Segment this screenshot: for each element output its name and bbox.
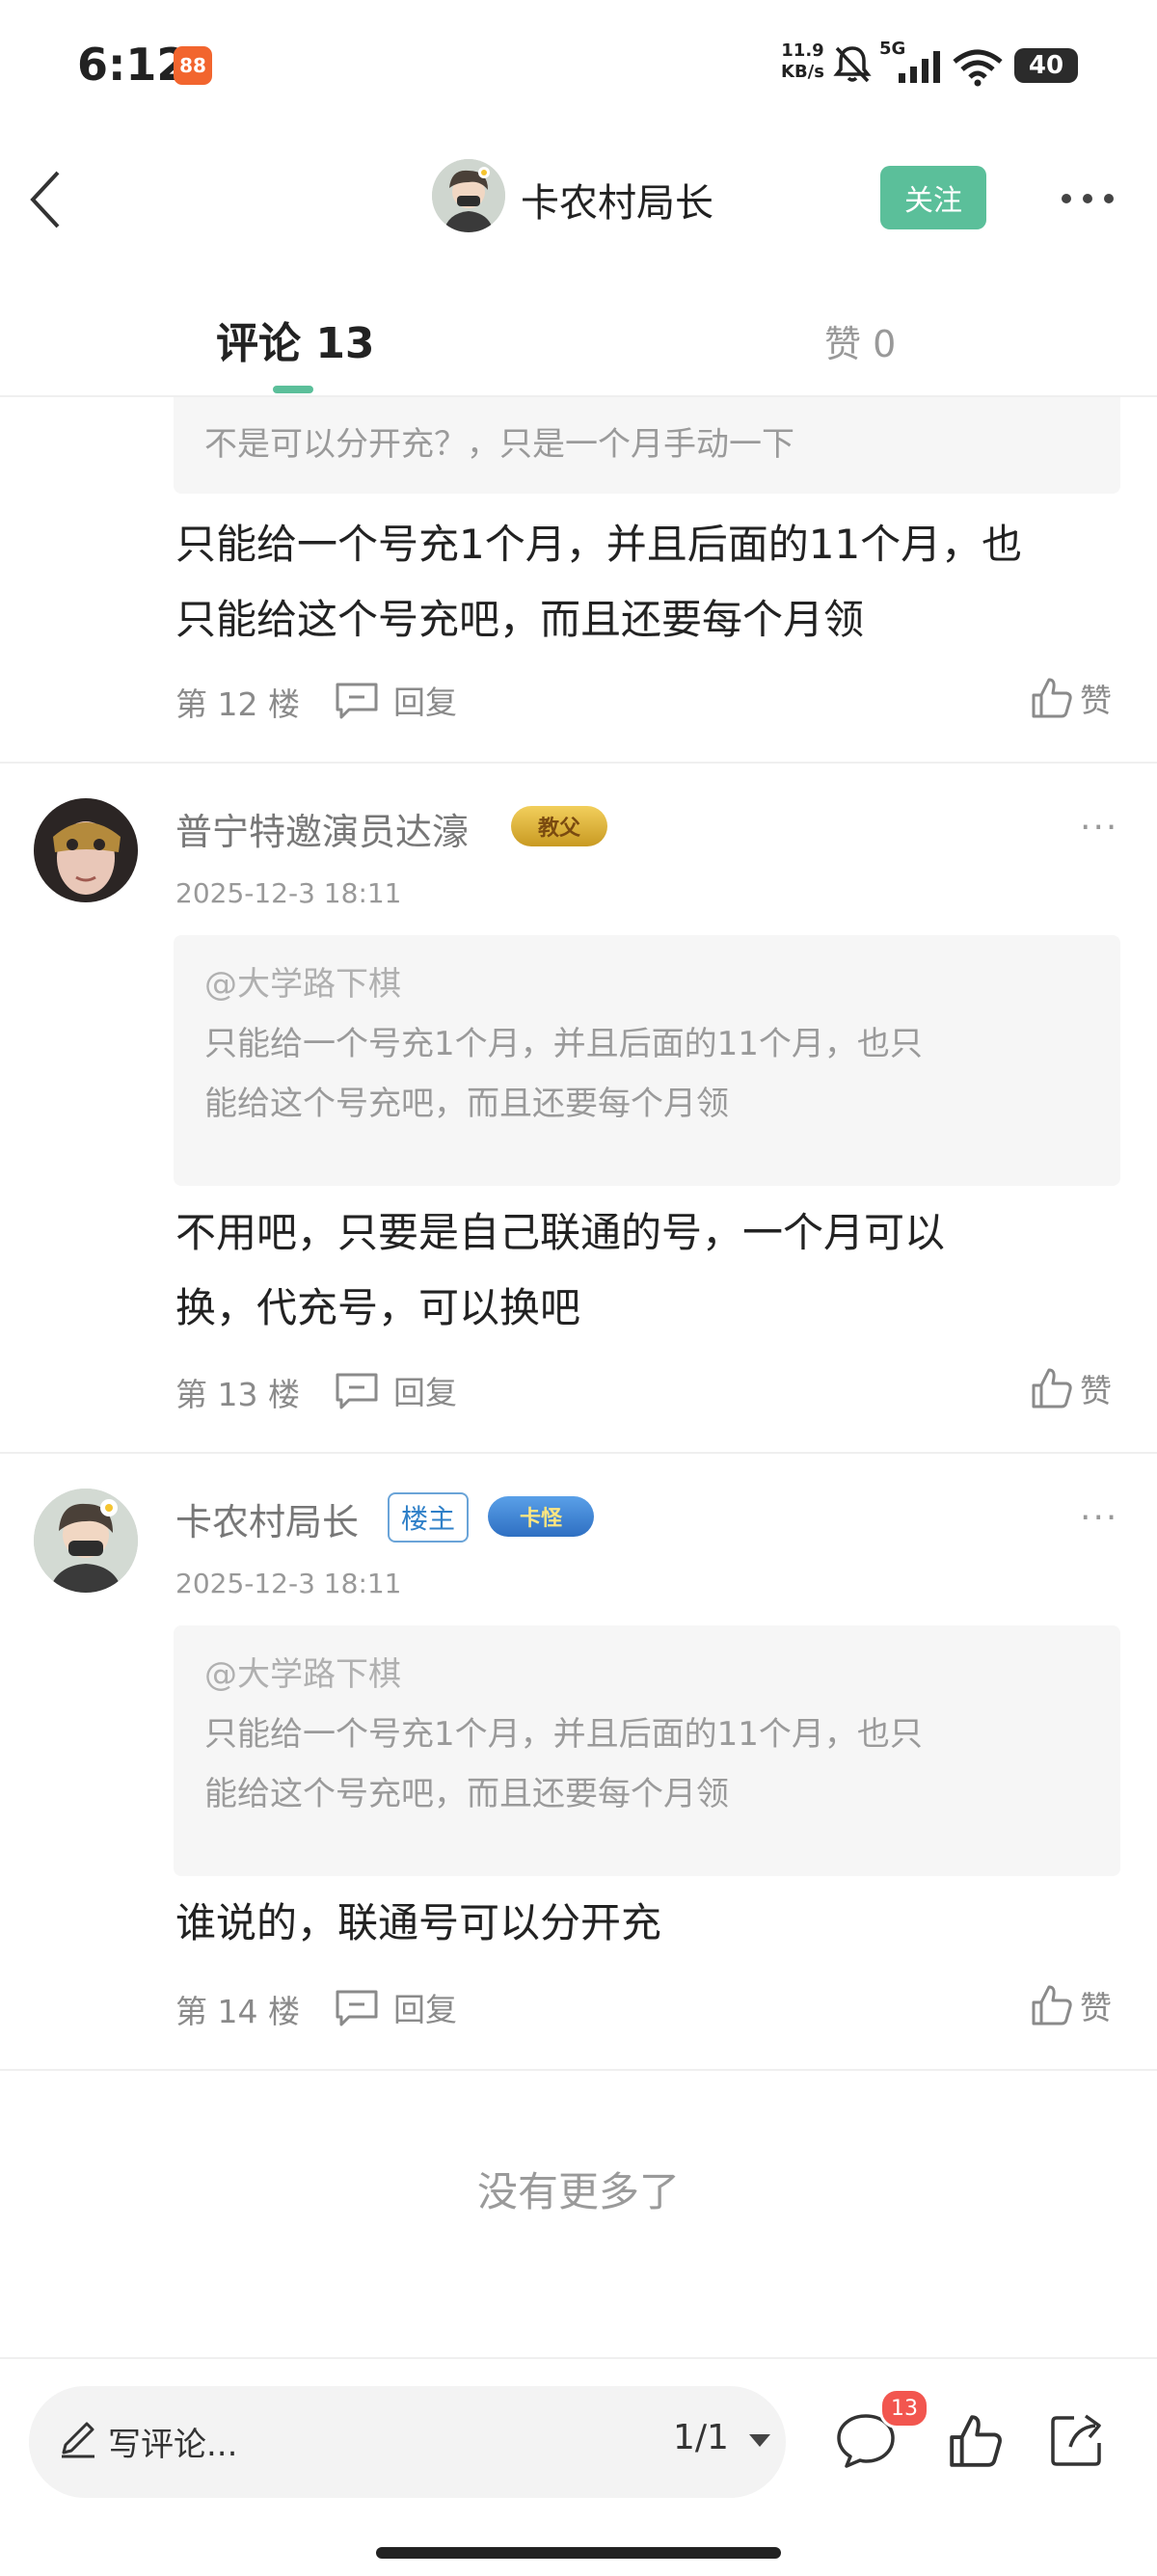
comment-line: 换，代充号，可以换吧 <box>175 1284 581 1331</box>
comment-divider <box>0 1452 1157 1454</box>
medal-badge: 教父 <box>511 806 607 846</box>
avatar-illustration <box>432 159 505 232</box>
battery-indicator: 40 <box>1014 48 1078 83</box>
floor-number: 第 13 楼 <box>175 1376 300 1413</box>
reply-label: 回复 <box>393 684 457 721</box>
reply-button[interactable]: 回复 <box>334 1367 457 1413</box>
reply-bubble-icon <box>336 1373 378 1409</box>
network-speed: 11.9 KB/s <box>781 40 824 83</box>
status-time: 6:12 <box>77 39 188 91</box>
comment-timestamp: 2025-12-3 18:11 <box>175 1568 402 1599</box>
net-speed-unit: KB/s <box>781 62 824 82</box>
comment-text[interactable]: 不用吧，只要是自己联通的号，一个月可以 换，代充号，可以换吧 <box>175 1195 1130 1346</box>
commenter-username[interactable]: 卡农村局长 <box>175 1492 359 1545</box>
reply-bubble-icon <box>336 1990 378 2026</box>
wifi-icon <box>953 49 1003 87</box>
back-arrow-icon[interactable] <box>27 169 66 230</box>
pencil-icon <box>62 2422 94 2458</box>
like-button[interactable]: 赞 <box>1030 1982 1112 2028</box>
reply-bubble-icon <box>336 683 378 719</box>
quote-author[interactable]: @大学路下棋 <box>204 954 1120 1014</box>
thumbs-up-icon <box>1032 1985 1072 2026</box>
comment-divider <box>0 762 1157 764</box>
quote-line: 只能给一个号充1个月，并且后面的11个月，也只 <box>204 1715 923 1754</box>
reply-label: 回复 <box>393 1991 457 2028</box>
comment-timestamp: 2025-12-3 18:11 <box>175 877 402 909</box>
avatar-illustration <box>34 1489 138 1593</box>
page-selector[interactable]: 1/1 <box>673 2418 772 2457</box>
quote-line: 能给这个号充吧，而且还要每个月领 <box>204 1775 729 1813</box>
more-options-icon[interactable] <box>1059 189 1117 208</box>
page-indicator: 1/1 <box>673 2418 729 2457</box>
commenter-avatar[interactable] <box>34 1489 138 1593</box>
commenter-avatar[interactable] <box>34 798 138 902</box>
like-button[interactable]: 赞 <box>1030 675 1112 721</box>
bell-muted-icon <box>833 46 872 83</box>
reply-button[interactable]: 回复 <box>334 677 457 723</box>
thumbs-up-icon <box>1032 678 1072 718</box>
comment-divider <box>0 2069 1157 2071</box>
caret-down-icon <box>749 2434 771 2447</box>
avatar-photo <box>34 798 138 902</box>
comment-more-icon[interactable]: ··· <box>1080 1498 1118 1538</box>
app-notification-icon: 88 <box>174 46 212 85</box>
comment-line: 谁说的，联通号可以分开充 <box>175 1899 662 1946</box>
active-tab-indicator <box>273 386 313 393</box>
write-comment-placeholder[interactable]: 写评论... <box>108 2418 237 2465</box>
op-badge: 楼主 <box>388 1492 470 1543</box>
comment-text[interactable]: 谁说的，联通号可以分开充 <box>175 1886 1130 1961</box>
follow-button[interactable]: 关注 <box>880 166 986 229</box>
comment-line: 只能给一个号充1个月，并且后面的11个月，也 <box>175 521 1023 568</box>
comment-more-icon[interactable]: ··· <box>1080 808 1118 847</box>
quoted-comment[interactable]: @大学路下棋 只能给一个号充1个月，并且后面的11个月，也只 能给这个号充吧，而… <box>174 1625 1120 1876</box>
quote-line: 能给这个号充吧，而且还要每个月领 <box>204 1085 729 1123</box>
floor-number: 第 14 楼 <box>175 1993 300 2030</box>
comment-text[interactable]: 只能给一个号充1个月，并且后面的11个月，也 只能给这个号充吧，而且还要每个月领 <box>175 507 1130 657</box>
no-more-comments: 没有更多了 <box>476 2168 680 2215</box>
quoted-comment[interactable]: @大学路下棋 只能给一个号充1个月，并且后面的11个月，也只 能给这个号充吧，而… <box>174 935 1120 1186</box>
like-label: 赞 <box>1080 1372 1112 1409</box>
tab-likes[interactable]: 赞 0 <box>824 314 896 367</box>
like-label: 赞 <box>1080 1989 1112 2026</box>
share-icon[interactable] <box>1047 2410 1107 2470</box>
comment-line: 不用吧，只要是自己联通的号，一个月可以 <box>175 1209 946 1256</box>
reply-button[interactable]: 回复 <box>334 1984 457 2030</box>
like-button[interactable]: 赞 <box>1030 1365 1112 1411</box>
comment-count-badge: 13 <box>879 2388 929 2428</box>
quote-line: 只能给一个号充1个月，并且后面的11个月，也只 <box>204 1025 923 1063</box>
thumbs-up-icon <box>1032 1368 1072 1409</box>
commenter-username[interactable]: 普宁特邀演员达濠 <box>175 802 469 855</box>
home-indicator[interactable] <box>376 2547 781 2559</box>
quoted-comment[interactable]: 不是可以分开充？，只是一个月手动一下 <box>174 397 1120 494</box>
floor-number: 第 12 楼 <box>175 685 300 723</box>
net-speed-value: 11.9 <box>781 40 824 61</box>
thumbs-up-icon[interactable] <box>947 2412 1005 2470</box>
header-title: 卡农村局长 <box>521 181 713 226</box>
cell-signal-icon <box>899 51 940 83</box>
comment-line: 只能给这个号充吧，而且还要每个月领 <box>175 596 865 643</box>
author-avatar[interactable] <box>432 159 505 232</box>
quote-author[interactable]: @大学路下棋 <box>204 1645 1120 1704</box>
quote-text: 不是可以分开充？，只是一个月手动一下 <box>204 425 794 464</box>
tab-comments[interactable]: 评论 13 <box>216 309 375 370</box>
medal-badge: 卡怪 <box>488 1496 594 1537</box>
reply-label: 回复 <box>393 1374 457 1411</box>
like-label: 赞 <box>1080 682 1112 719</box>
